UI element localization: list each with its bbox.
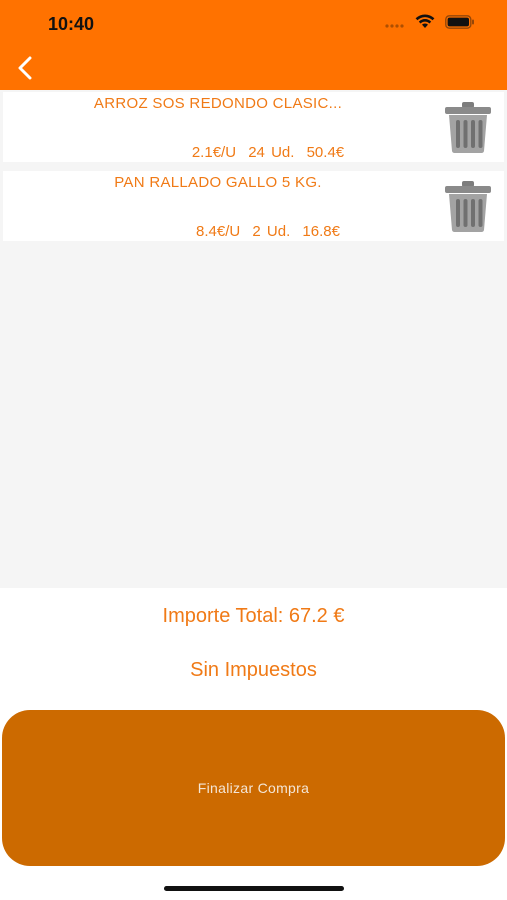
item-unit-price: 8.4€/U: [196, 223, 241, 240]
battery-icon: [445, 14, 475, 34]
item-subtotal: 50.4€: [306, 144, 345, 161]
header-bar: 10:40: [0, 0, 507, 90]
tax-note: Sin Impuestos: [190, 659, 317, 681]
item-quantity: 24 Ud.: [248, 144, 295, 161]
chevron-left-icon: [18, 56, 32, 80]
cart-item: PAN RALLADO GALLO 5 KG. 8.4€/U 2 Ud. 16.…: [3, 171, 504, 241]
item-name: PAN RALLADO GALLO 5 KG.: [114, 174, 322, 191]
trash-icon: [445, 102, 491, 153]
signal-icon: [385, 15, 405, 33]
status-time: 10:40: [48, 14, 95, 34]
total-amount: Importe Total: 67.2 €: [162, 605, 345, 627]
item-details: 2.1€/U 24 Ud. 50.4€: [3, 144, 507, 161]
cart-list: ARROZ SOS REDONDO CLASIC... 2.1€/U 24 Ud…: [0, 90, 507, 588]
back-button[interactable]: [12, 54, 38, 82]
item-quantity: 2 Ud.: [252, 223, 291, 240]
checkout-button-label: Finalizar Compra: [197, 780, 310, 796]
home-indicator: [164, 886, 344, 891]
item-unit-price: 2.1€/U: [191, 144, 237, 161]
item-name: ARROZ SOS REDONDO CLASIC...: [93, 95, 343, 112]
item-details: 8.4€/U 2 Ud. 16.8€: [3, 223, 507, 240]
delete-item-button[interactable]: [442, 100, 494, 154]
delete-item-button[interactable]: [442, 179, 494, 233]
item-subtotal: 16.8€: [302, 223, 340, 240]
trash-icon: [445, 181, 491, 232]
checkout-button[interactable]: Finalizar Compra: [2, 710, 505, 866]
status-icons: [385, 14, 475, 34]
cart-item: ARROZ SOS REDONDO CLASIC... 2.1€/U 24 Ud…: [3, 92, 504, 162]
wifi-icon: [415, 14, 435, 34]
